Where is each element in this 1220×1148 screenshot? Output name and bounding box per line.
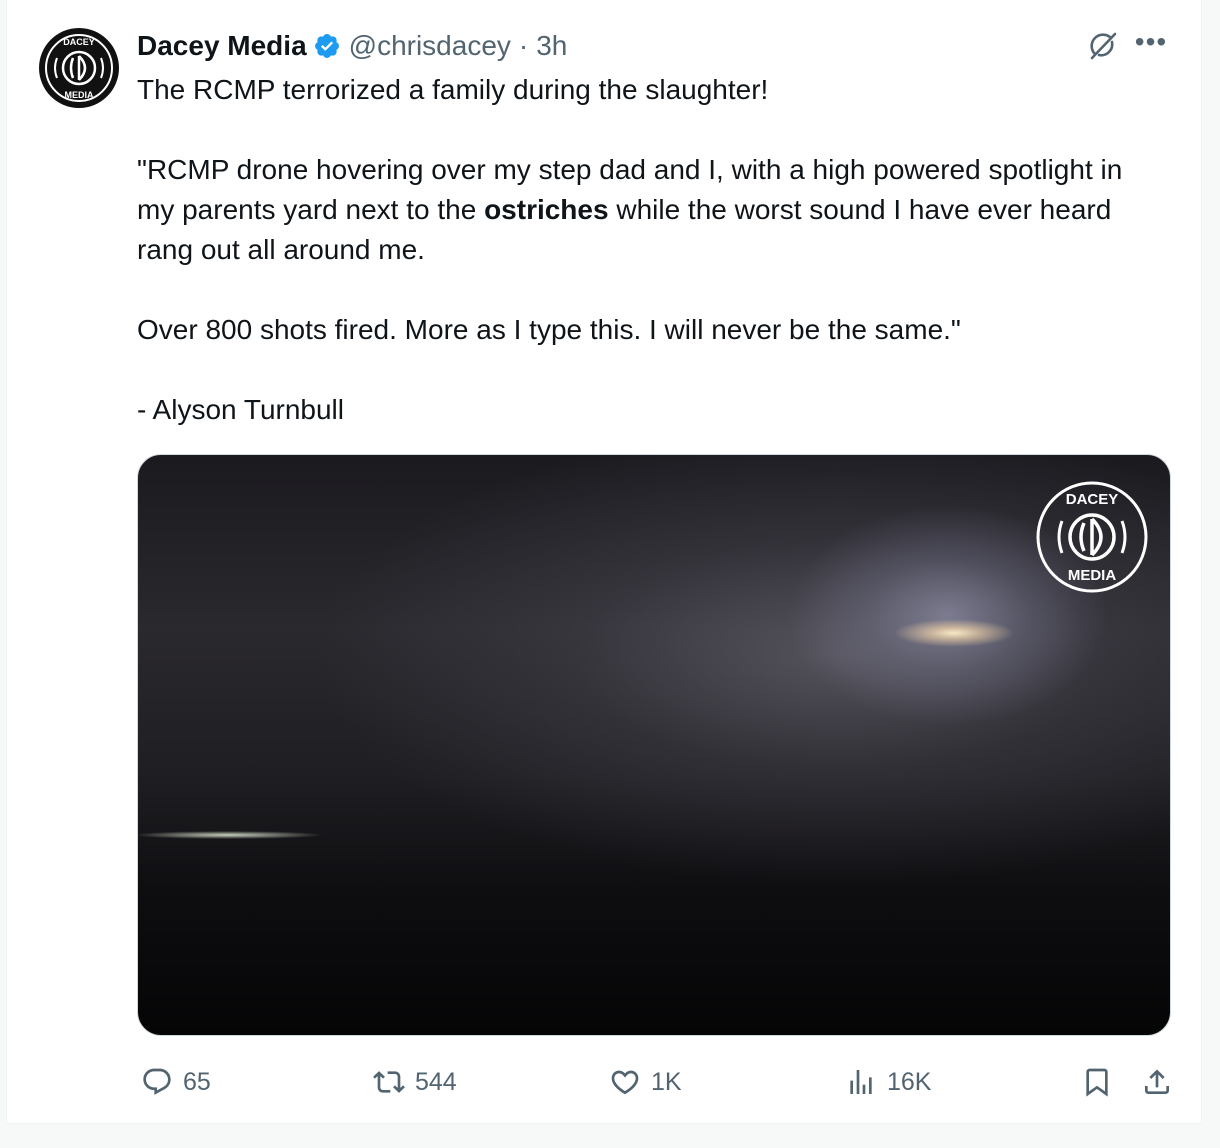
tweet-header: Dacey Media @chrisdacey · 3h bbox=[137, 28, 567, 64]
avatar[interactable]: DACEY MEDIA bbox=[39, 28, 119, 108]
verified-badge-icon[interactable] bbox=[313, 32, 341, 60]
tweet-attribution: - Alyson Turnbull bbox=[137, 394, 344, 425]
reply-count: 65 bbox=[183, 1067, 211, 1096]
timestamp[interactable]: 3h bbox=[536, 30, 567, 62]
reply-button[interactable]: 65 bbox=[141, 1062, 211, 1102]
author-handle[interactable]: @chrisdacey bbox=[349, 30, 511, 62]
svg-text:MEDIA: MEDIA bbox=[1068, 567, 1117, 584]
page: DACEY MEDIA Dacey Media @chrisdacey · 3h bbox=[0, 0, 1220, 1148]
display-name[interactable]: Dacey Media bbox=[137, 30, 307, 62]
repost-icon bbox=[373, 1071, 405, 1093]
svg-text:DACEY: DACEY bbox=[1066, 491, 1119, 508]
svg-text:MEDIA: MEDIA bbox=[65, 90, 95, 100]
tweet-card[interactable]: DACEY MEDIA Dacey Media @chrisdacey · 3h bbox=[6, 0, 1202, 1124]
bookmark-button[interactable] bbox=[1081, 1062, 1113, 1102]
heart-icon bbox=[611, 1070, 639, 1095]
like-count: 1K bbox=[651, 1067, 682, 1096]
views-button[interactable]: 16K bbox=[845, 1062, 931, 1102]
tweet-paragraph-2: "RCMP drone hovering over my step dad an… bbox=[137, 150, 1167, 270]
share-button[interactable] bbox=[1141, 1062, 1173, 1102]
dacey-media-watermark-icon: DACEY MEDIA bbox=[1034, 479, 1150, 595]
like-button[interactable]: 1K bbox=[609, 1062, 682, 1102]
grok-icon[interactable] bbox=[1085, 28, 1121, 64]
separator-dot: · bbox=[518, 30, 529, 61]
bookmark-icon bbox=[1086, 1068, 1108, 1097]
action-bar: 65 544 1K 16K bbox=[137, 1062, 1177, 1102]
reply-icon bbox=[143, 1068, 171, 1095]
views-chart-icon bbox=[850, 1070, 872, 1094]
repost-count: 544 bbox=[415, 1067, 457, 1096]
tweet-line-1: The RCMP terrorized a family during the … bbox=[137, 74, 769, 105]
media-video[interactable]: DACEY MEDIA bbox=[137, 454, 1171, 1036]
repost-button[interactable]: 544 bbox=[373, 1062, 457, 1102]
more-options-icon[interactable]: ••• bbox=[1131, 28, 1171, 62]
views-count: 16K bbox=[887, 1067, 932, 1096]
bold-word: ostriches bbox=[484, 194, 609, 225]
share-icon bbox=[1145, 1069, 1169, 1094]
dacey-media-logo-icon: DACEY MEDIA bbox=[41, 30, 117, 106]
tweet-paragraph-3: Over 800 shots fired. More as I type thi… bbox=[137, 314, 961, 345]
svg-text:DACEY: DACEY bbox=[63, 37, 95, 47]
tweet-text: The RCMP terrorized a family during the … bbox=[137, 70, 1167, 430]
